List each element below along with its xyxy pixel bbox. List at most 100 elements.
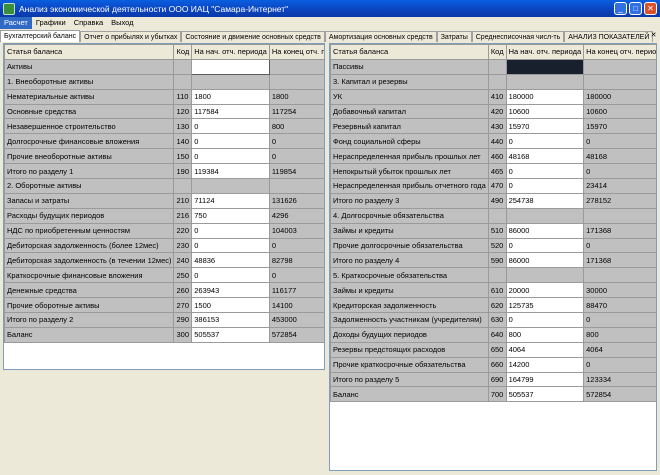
col-header-item[interactable]: Статья баланса: [4, 44, 175, 60]
cell-code[interactable]: 410: [487, 88, 507, 105]
cell-start[interactable]: 48168: [505, 148, 585, 165]
cell-end[interactable]: [583, 207, 656, 224]
cell-end[interactable]: 0: [268, 237, 324, 254]
cell-start[interactable]: 0: [191, 267, 270, 284]
cell-code[interactable]: 510: [487, 222, 507, 239]
tab[interactable]: Среднесписочная числ-ть: [471, 31, 565, 42]
col-header-item[interactable]: Статья баланса: [330, 44, 489, 60]
cell-code[interactable]: 230: [173, 237, 193, 254]
table-row[interactable]: 3. Капитал и резервы: [330, 73, 656, 90]
table-row[interactable]: Прочие оборотные активы 270 1500 14100: [4, 297, 324, 314]
cell-end[interactable]: 131626: [268, 192, 324, 209]
cell-name[interactable]: Добавочный капитал: [330, 103, 489, 120]
cell-start[interactable]: 117584: [191, 103, 270, 120]
cell-name[interactable]: НДС по приобретенным ценностям: [4, 222, 175, 239]
menu-item[interactable]: Справка: [70, 17, 107, 29]
cell-code[interactable]: 440: [487, 133, 507, 150]
cell-end[interactable]: 800: [583, 326, 656, 343]
cell-start[interactable]: 86000: [505, 222, 585, 239]
table-row[interactable]: Нераспределенная прибыль прошлых лет 460 4…: [330, 148, 656, 165]
cell-name[interactable]: Запасы и затраты: [4, 192, 175, 209]
cell-code[interactable]: 610: [487, 282, 507, 299]
cell-name[interactable]: Итого по разделу 3: [330, 192, 489, 209]
cell-end[interactable]: [583, 58, 656, 75]
cell-start[interactable]: 4064: [505, 341, 585, 358]
table-row[interactable]: Резервы предстоящих расходов 650 4064 4064: [330, 341, 656, 358]
cell-name[interactable]: Итого по разделу 2: [4, 312, 175, 328]
cell-end[interactable]: 171368: [583, 222, 656, 239]
cell-start[interactable]: 1500: [191, 297, 270, 314]
cell-code[interactable]: 465: [487, 163, 507, 180]
tab[interactable]: Амортизация основных средств: [324, 31, 437, 42]
cell-code[interactable]: [487, 73, 507, 90]
cell-name[interactable]: 5. Краткосрочные обязательства: [330, 267, 489, 284]
table-row[interactable]: Прочие краткосрочные обязательства 660 142…: [330, 356, 656, 373]
table-row[interactable]: Добавочный капитал 420 10600 10600: [330, 103, 656, 120]
cell-code[interactable]: 190: [173, 163, 193, 180]
col-header-end[interactable]: На конец отч. периода: [583, 44, 656, 60]
table-row[interactable]: Дебиторская задолженность (в течении 12м…: [4, 252, 324, 269]
cell-start[interactable]: 386153: [191, 312, 270, 328]
cell-name[interactable]: Нераспределенная прибыль прошлых лет: [330, 148, 489, 165]
table-row[interactable]: Итого по разделу 2 290 386153 453000: [4, 312, 324, 328]
cell-start[interactable]: 15970: [505, 118, 585, 135]
table-row[interactable]: Фонд социальной сферы 440 0 0: [330, 133, 656, 150]
cell-start[interactable]: [505, 207, 585, 224]
cell-start[interactable]: [505, 267, 585, 284]
cell-end[interactable]: 0: [268, 133, 324, 150]
table-row[interactable]: Расходы будущих периодов 216 750 4296: [4, 207, 324, 224]
table-row[interactable]: Краткосрочные финансовые вложения 250 0 0: [4, 267, 324, 284]
cell-name[interactable]: Нематериальные активы: [4, 88, 175, 105]
cell-end[interactable]: [268, 178, 324, 194]
cell-end[interactable]: 0: [583, 133, 656, 150]
cell-start[interactable]: 254738: [505, 192, 585, 209]
tab[interactable]: Затраты: [436, 31, 472, 42]
cell-code[interactable]: 290: [173, 312, 193, 328]
cell-start[interactable]: 263943: [191, 282, 270, 299]
cell-start[interactable]: 125735: [505, 297, 585, 314]
liabilities-grid[interactable]: Статья баланса Код На нач. отч. периода …: [329, 43, 657, 471]
cell-name[interactable]: Итого по разделу 5: [330, 371, 489, 388]
table-row[interactable]: Итого по разделу 1 190 119384 119854: [4, 163, 324, 180]
cell-end[interactable]: 123334: [583, 371, 656, 388]
cell-end[interactable]: [268, 73, 324, 90]
table-row[interactable]: 5. Краткосрочные обязательства: [330, 267, 656, 284]
cell-start[interactable]: 0: [191, 148, 270, 165]
cell-end[interactable]: 88470: [583, 297, 656, 314]
menu-item[interactable]: Выход: [107, 17, 137, 29]
assets-grid[interactable]: Статья баланса Код На нач. отч. периода …: [3, 43, 325, 370]
cell-end[interactable]: 4064: [583, 341, 656, 358]
cell-code[interactable]: 240: [173, 252, 193, 269]
cell-code[interactable]: 220: [173, 222, 193, 239]
title-bar[interactable]: Анализ экономической деятельности ООО ИА…: [0, 0, 660, 17]
table-row[interactable]: Запасы и затраты 210 71124 131626: [4, 192, 324, 209]
table-row[interactable]: Долгосрочные финансовые вложения 140 0 0: [4, 133, 324, 150]
table-row[interactable]: Займы и кредиты 510 86000 171368: [330, 222, 656, 239]
close-icon[interactable]: ✕: [644, 2, 657, 15]
cell-start[interactable]: 20000: [505, 282, 585, 299]
cell-code[interactable]: [487, 207, 507, 224]
table-row[interactable]: Активы: [4, 58, 324, 75]
cell-start[interactable]: 0: [191, 222, 270, 239]
cell-code[interactable]: 620: [487, 297, 507, 314]
cell-name[interactable]: Резервный капитал: [330, 118, 489, 135]
cell-end[interactable]: 0: [583, 312, 656, 328]
cell-name[interactable]: Незавершенное строительство: [4, 118, 175, 135]
cell-name[interactable]: Прочие долгосрочные обязательства: [330, 237, 489, 254]
table-row[interactable]: 1. Внеоборотные активы: [4, 73, 324, 90]
cell-start[interactable]: 505537: [505, 386, 585, 403]
table-row[interactable]: Основные средства 120 117584 117254: [4, 103, 324, 120]
table-row[interactable]: Нематериальные активы 110 1800 1800: [4, 88, 324, 105]
table-row[interactable]: НДС по приобретенным ценностям 220 0 104003: [4, 222, 324, 239]
cell-code[interactable]: 270: [173, 297, 193, 314]
menu-item[interactable]: Расчет: [0, 17, 32, 29]
cell-start[interactable]: [505, 73, 585, 90]
table-row[interactable]: Итого по разделу 4 590 86000 171368: [330, 252, 656, 269]
cell-start[interactable]: 119384: [191, 163, 270, 180]
cell-end[interactable]: 0: [268, 267, 324, 284]
cell-start[interactable]: 0: [505, 178, 585, 194]
cell-name[interactable]: Основные средства: [4, 103, 175, 120]
cell-code[interactable]: 460: [487, 148, 507, 165]
cell-name[interactable]: Задолженность участникам (учредителям): [330, 312, 489, 328]
tab[interactable]: Состояние и движение основных средств: [181, 31, 325, 42]
